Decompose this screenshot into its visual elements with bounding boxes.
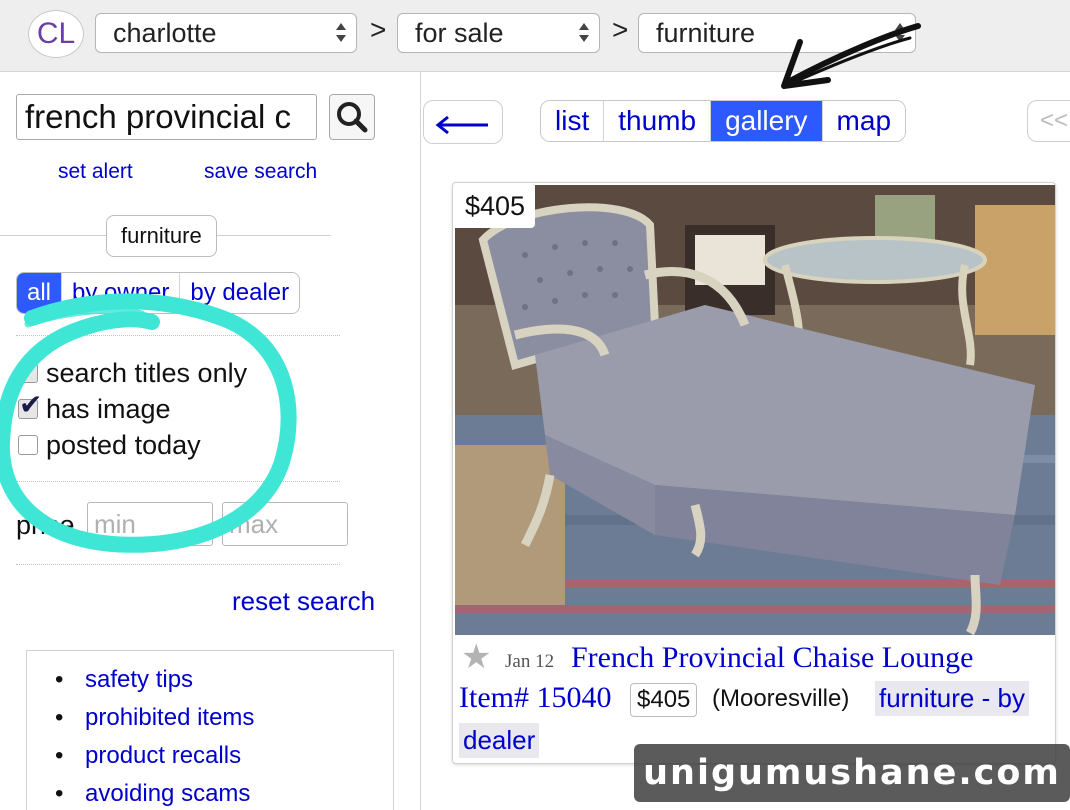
checkbox-posted-today[interactable] [18, 435, 38, 455]
listing-location: (Mooresville) [712, 685, 850, 712]
divider [16, 564, 340, 565]
tab-gallery[interactable]: gallery [711, 101, 823, 141]
tab-thumb[interactable]: thumb [604, 101, 712, 141]
search-titles-only-option[interactable]: search titles only [18, 352, 248, 390]
posted-today-option[interactable]: posted today [18, 428, 201, 462]
listing-photo[interactable] [455, 185, 1055, 635]
list-item: product recalls [55, 737, 393, 775]
listing-category-link-continued[interactable]: dealer [459, 723, 540, 758]
filter-by-dealer[interactable]: by dealer [180, 273, 300, 313]
checkbox-label: posted today [46, 429, 201, 460]
prohibited-items-link[interactable]: prohibited items [85, 704, 254, 731]
checkbox-label: has image [46, 393, 171, 424]
search-sidebar: french provincial c set alert save searc… [0, 72, 421, 810]
list-item: safety tips [55, 661, 393, 699]
section-select[interactable]: for sale [397, 13, 600, 53]
list-item: prohibited items [55, 699, 393, 737]
site-watermark: unigumushane.com [634, 744, 1070, 802]
view-mode-tabs: list thumb gallery map [540, 100, 907, 142]
listing-category-link[interactable]: furniture - by [875, 681, 1029, 716]
avoiding-scams-link[interactable]: avoiding scams [85, 780, 250, 807]
city-select[interactable]: charlotte [95, 13, 357, 53]
divider [16, 481, 340, 482]
chaise-lounge-photo [455, 185, 1055, 635]
checkbox-label: search titles only [46, 357, 248, 388]
search-input[interactable]: french provincial c [16, 94, 317, 140]
city-select-value: charlotte [113, 18, 217, 48]
magnifier-icon [337, 102, 368, 133]
craigslist-logo[interactable]: CL [28, 10, 84, 58]
favorite-star-icon[interactable]: ★ [461, 637, 491, 677]
annotation-arrow-icon [781, 23, 921, 89]
breadcrumb-separator: > [612, 14, 629, 45]
help-links-box: safety tips prohibited items product rec… [26, 650, 394, 810]
seller-type-filter: all by owner by dealer [16, 272, 301, 314]
left-arrow-icon [435, 115, 488, 135]
tab-map[interactable]: map [822, 101, 906, 141]
back-button[interactable] [423, 100, 503, 144]
gallery-card[interactable]: $405 ★ Jan 12 French Provincial Chaise L… [452, 182, 1056, 764]
filter-all[interactable]: all [17, 273, 63, 313]
reset-search-link[interactable]: reset search [232, 586, 375, 617]
breadcrumb-separator: > [370, 14, 387, 45]
select-arrows-icon [336, 21, 346, 45]
price-min-input[interactable]: min [87, 502, 213, 546]
price-max-input[interactable]: max [222, 502, 348, 546]
price-badge: $405 [630, 683, 698, 717]
safety-tips-link[interactable]: safety tips [85, 666, 193, 693]
section-select-value: for sale [415, 18, 504, 48]
checkbox-has-image[interactable] [18, 388, 42, 421]
product-recalls-link[interactable]: product recalls [85, 742, 241, 769]
pager-first-button[interactable]: << [1027, 100, 1070, 142]
set-alert-link[interactable]: set alert [58, 160, 133, 184]
posting-date: Jan 12 [505, 651, 555, 672]
checkbox-search-titles-only[interactable] [18, 352, 42, 385]
category-select-value: furniture [656, 18, 756, 48]
select-arrows-icon [579, 21, 589, 45]
category-pill[interactable]: furniture [106, 215, 217, 257]
tab-list[interactable]: list [541, 101, 605, 141]
has-image-option[interactable]: has image [18, 388, 171, 426]
listing-title-link-continued[interactable]: Item# 15040 [459, 681, 611, 715]
search-button[interactable] [329, 94, 375, 140]
price-tag: $405 [455, 185, 536, 228]
divider [16, 335, 340, 336]
listing-title-link[interactable]: French Provincial Chaise Lounge [571, 641, 973, 675]
price-label: price [16, 510, 75, 540]
save-search-link[interactable]: save search [204, 160, 317, 184]
filter-by-owner[interactable]: by owner [62, 273, 181, 313]
list-item: avoiding scams [55, 775, 393, 810]
